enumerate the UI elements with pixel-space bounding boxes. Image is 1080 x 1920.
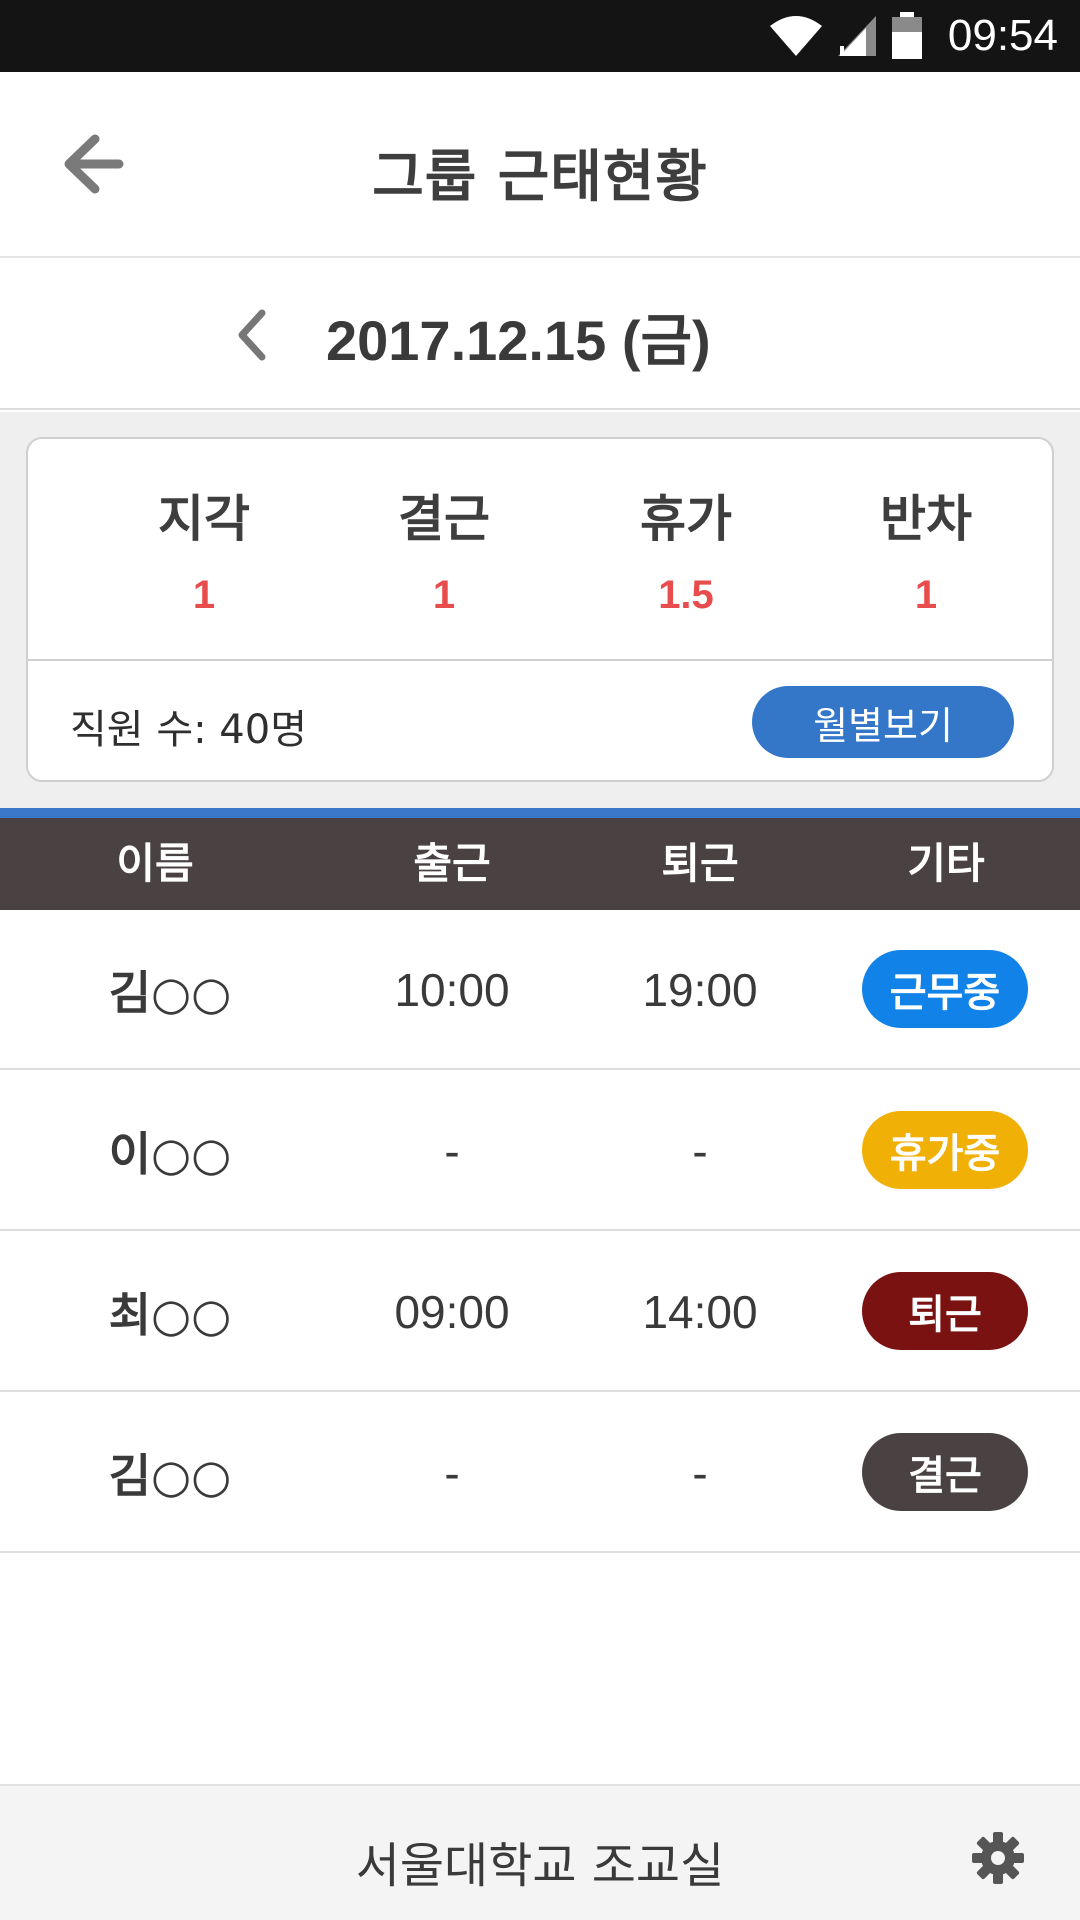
column-header-check-in: 출근	[413, 839, 491, 888]
stat-label: 지각	[158, 490, 250, 548]
stat-value: 1	[914, 573, 938, 617]
stat-late: 지각 1	[104, 479, 304, 618]
stat-label: 반차	[880, 490, 972, 548]
status-badge: 휴가중	[862, 1111, 1028, 1189]
check-in-time: 10:00	[394, 964, 510, 1016]
stat-value: 1	[192, 573, 216, 617]
column-header-check-out: 퇴근	[661, 839, 739, 888]
settings-button[interactable]	[970, 1830, 1026, 1886]
employee-name: 최○○	[108, 1288, 232, 1342]
signal-icon	[837, 16, 876, 56]
check-out-time: -	[692, 1125, 708, 1177]
check-in-time: -	[444, 1125, 460, 1177]
table-header: 이름 출근 퇴근 기타	[0, 818, 1080, 910]
stat-value: 1	[432, 573, 456, 617]
date-navigation: 2017.12.15 (금)	[0, 260, 1080, 410]
table-row[interactable]: 이○○ - - 휴가중	[0, 1071, 1080, 1231]
summary-card: 지각 1 결근 1 휴가 1.5 반차 1 직원 수: 40명 월별보기	[26, 437, 1054, 782]
table-row[interactable]: 김○○ - - 결근	[0, 1393, 1080, 1553]
current-date: 2017.12.15 (금)	[326, 309, 711, 372]
stat-vacation: 휴가 1.5	[586, 479, 786, 618]
status-time: 09:54	[947, 11, 1058, 60]
stat-label: 결근	[398, 490, 490, 548]
employee-name: 김○○	[108, 966, 232, 1020]
status-badge: 근무중	[862, 950, 1028, 1028]
organization-name: 서울대학교 조교실	[355, 1838, 725, 1894]
stat-half-day: 반차 1	[826, 479, 1026, 618]
gear-icon	[972, 1832, 1024, 1884]
monthly-view-button[interactable]: 월별보기	[752, 686, 1014, 758]
app-header: 그룹 근태현황	[0, 72, 1080, 258]
accent-divider	[0, 808, 1080, 818]
check-out-time: 19:00	[642, 964, 758, 1016]
previous-date-button[interactable]	[222, 302, 282, 368]
employee-name: 이○○	[108, 1127, 232, 1181]
employee-count: 직원 수: 40명	[70, 707, 308, 753]
wifi-icon	[769, 16, 822, 56]
page-title: 그룹 근태현황	[372, 145, 708, 210]
status-icons: 09:54	[768, 0, 1058, 72]
stat-absent: 결근 1	[344, 479, 544, 618]
stat-value: 1.5	[658, 573, 714, 617]
summary-area: 지각 1 결근 1 휴가 1.5 반차 1 직원 수: 40명 월별보기	[0, 412, 1080, 808]
chevron-left-icon	[238, 309, 266, 361]
table-row[interactable]: 최○○ 09:00 14:00 퇴근	[0, 1232, 1080, 1392]
check-in-time: 09:00	[394, 1286, 510, 1338]
status-bar: 09:54	[0, 0, 1080, 72]
footer-bar: 서울대학교 조교실	[0, 1784, 1080, 1920]
check-in-time: -	[444, 1447, 460, 1499]
battery-icon	[891, 12, 922, 59]
column-header-name: 이름	[116, 839, 194, 888]
status-badge: 결근	[862, 1433, 1028, 1511]
check-out-time: 14:00	[642, 1286, 758, 1338]
status-badge: 퇴근	[862, 1272, 1028, 1350]
table-row[interactable]: 김○○ 10:00 19:00 근무중	[0, 910, 1080, 1070]
check-out-time: -	[692, 1447, 708, 1499]
employee-name: 김○○	[108, 1449, 232, 1503]
stat-label: 휴가	[640, 490, 732, 548]
stats-row: 지각 1 결근 1 휴가 1.5 반차 1	[28, 439, 1052, 661]
column-header-etc: 기타	[907, 839, 985, 888]
